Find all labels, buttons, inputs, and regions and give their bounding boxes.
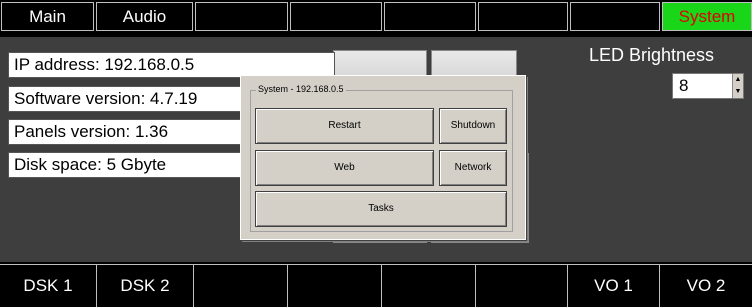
tab-empty-7[interactable] — [570, 2, 660, 31]
system-dialog: System - 192.168.0.5 Restart Shutdown We… — [240, 75, 526, 240]
tab-empty-4[interactable] — [290, 2, 382, 31]
tab-system[interactable]: System — [662, 2, 752, 31]
shutdown-button[interactable]: Shutdown — [439, 108, 507, 144]
system-group-title: System - 192.168.0.5 — [256, 84, 346, 94]
bottom-tab-empty-4[interactable] — [288, 264, 382, 307]
tab-empty-6[interactable] — [478, 2, 568, 31]
tab-dsk2[interactable]: DSK 2 — [97, 264, 194, 307]
bottom-tab-bar: DSK 1 DSK 2 VO 1 VO 2 — [0, 264, 752, 307]
top-tab-bar: Main Audio System — [0, 0, 752, 32]
led-brightness-label: LED Brightness — [589, 45, 715, 65]
led-brightness-spinner[interactable]: 8 ▲ ▼ — [672, 73, 744, 99]
bottom-tab-empty-5[interactable] — [382, 264, 476, 307]
spinner-arrows[interactable]: ▲ ▼ — [732, 74, 743, 98]
web-button[interactable]: Web — [255, 150, 434, 186]
network-button[interactable]: Network — [439, 150, 507, 186]
restart-button[interactable]: Restart — [255, 108, 434, 144]
tab-vo2[interactable]: VO 2 — [660, 264, 752, 307]
tab-vo1[interactable]: VO 1 — [568, 264, 660, 307]
tasks-button[interactable]: Tasks — [255, 191, 507, 227]
tab-dsk1[interactable]: DSK 1 — [0, 264, 97, 307]
tab-audio[interactable]: Audio — [96, 2, 193, 31]
tab-empty-5[interactable] — [384, 2, 476, 31]
spinner-down-icon[interactable]: ▼ — [733, 86, 743, 98]
system-group-box: System - 192.168.0.5 Restart Shutdown We… — [250, 84, 513, 232]
bottom-tab-empty-6[interactable] — [476, 264, 568, 307]
spinner-up-icon[interactable]: ▲ — [733, 74, 743, 86]
tab-main[interactable]: Main — [1, 2, 94, 31]
tab-empty-3[interactable] — [195, 2, 288, 31]
led-brightness-value: 8 — [679, 76, 689, 95]
bottom-tab-empty-3[interactable] — [194, 264, 288, 307]
